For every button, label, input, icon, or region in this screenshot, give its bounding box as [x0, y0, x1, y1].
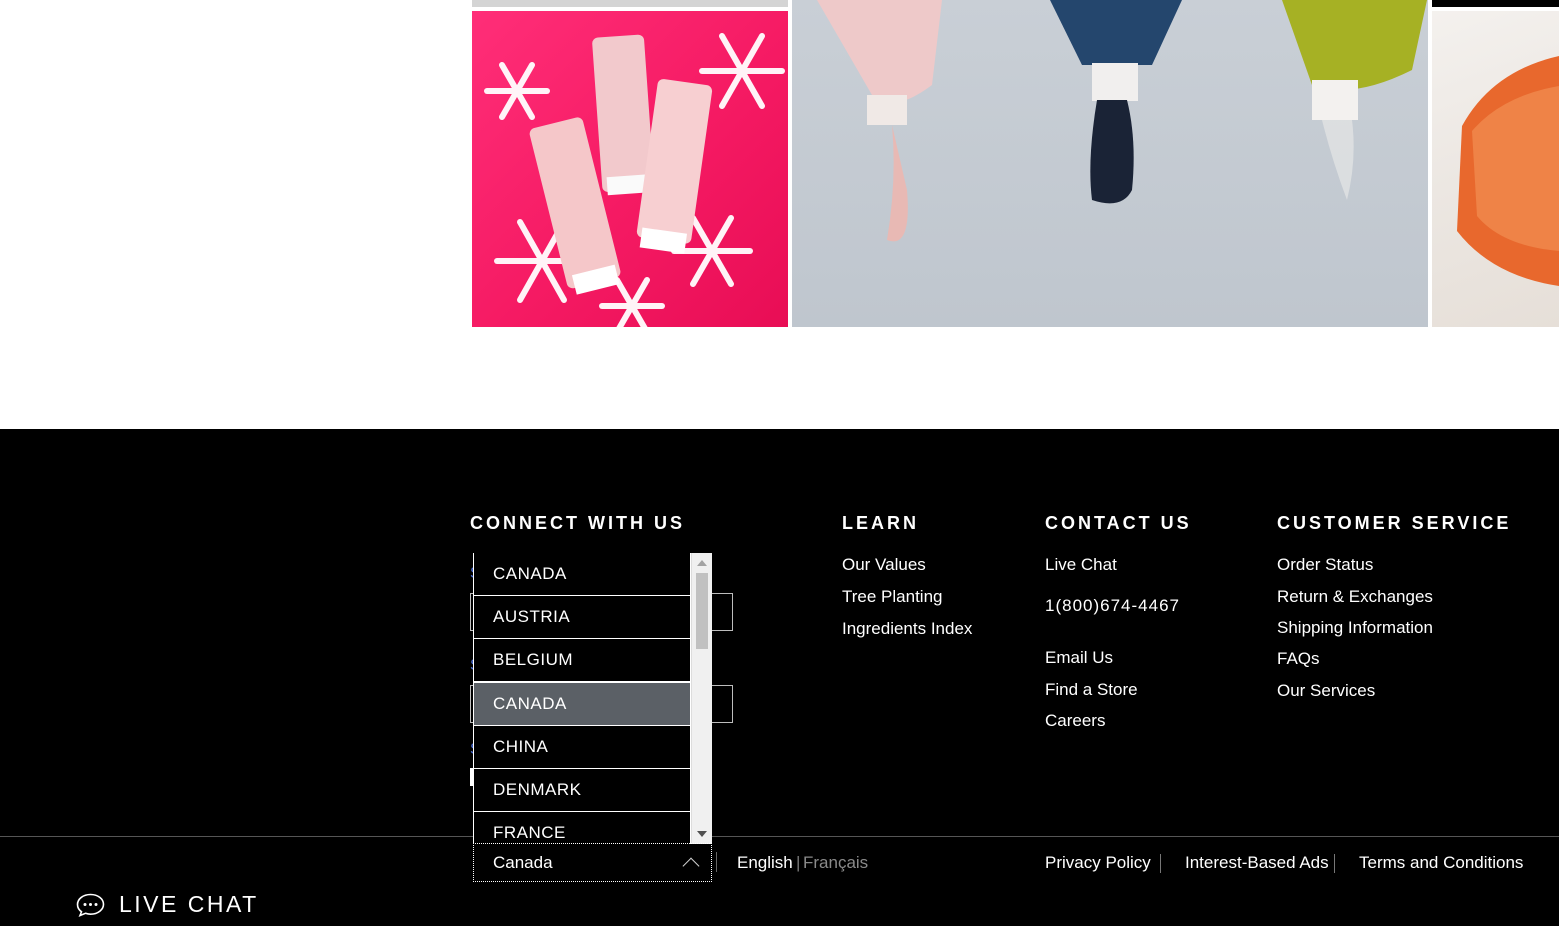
link-faqs[interactable]: FAQs [1277, 649, 1320, 669]
language-separator: | [796, 853, 801, 872]
contact-heading: CONTACT US [1045, 513, 1192, 533]
site-footer: CONNECT WITH US S S S LEARN Our Values T… [0, 429, 1559, 926]
country-select-value: Canada [493, 853, 553, 872]
product-image-pink-masks[interactable] [472, 11, 788, 327]
country-dropdown-list[interactable]: CANADA AUSTRIA BELGIUM CANADA CHINA DENM… [473, 553, 712, 844]
country-option[interactable]: DENMARK [474, 769, 690, 811]
country-option-selected[interactable]: CANADA [474, 683, 690, 725]
link-tree-planting[interactable]: Tree Planting [842, 587, 942, 607]
link-live-chat[interactable]: Live Chat [1045, 555, 1117, 575]
product-image-ginzing[interactable] [1432, 11, 1559, 327]
connect-heading: CONNECT WITH US [470, 513, 685, 533]
ginzing-jar-illustration [1457, 56, 1559, 286]
country-option[interactable]: BELGIUM [474, 639, 690, 681]
tubes-illustration [817, 0, 1427, 242]
link-privacy-policy[interactable]: Privacy Policy [1045, 853, 1151, 873]
link-interest-based-ads[interactable]: Interest-Based Ads [1185, 853, 1329, 873]
country-option[interactable]: FRANCE [474, 812, 690, 844]
link-our-values[interactable]: Our Values [842, 555, 926, 575]
link-email-us[interactable]: Email Us [1045, 648, 1113, 668]
product-image-top-edge [472, 0, 788, 7]
scroll-up-arrow-icon[interactable] [697, 560, 707, 566]
link-terms-conditions[interactable]: Terms and Conditions [1359, 853, 1523, 873]
language-english-link[interactable]: English [737, 853, 793, 873]
link-return-exchanges[interactable]: Return & Exchanges [1277, 587, 1433, 607]
language-french-link[interactable]: Français [803, 853, 868, 873]
link-phone[interactable]: 1(800)674-4467 [1045, 596, 1180, 616]
country-select[interactable]: Canada [473, 843, 712, 882]
chat-bubble-icon [76, 893, 105, 917]
country-option[interactable]: AUSTRIA [474, 596, 690, 638]
link-shipping-info[interactable]: Shipping Information [1277, 618, 1433, 638]
dropdown-scrollbar[interactable] [691, 553, 712, 844]
legal-separator [1334, 854, 1335, 873]
link-careers[interactable]: Careers [1045, 711, 1105, 731]
country-option[interactable]: CHINA [474, 726, 690, 768]
country-option[interactable]: CANADA [474, 553, 690, 595]
link-our-services[interactable]: Our Services [1277, 681, 1375, 701]
chevron-up-icon [682, 857, 700, 875]
product-image-tubes[interactable] [792, 0, 1428, 327]
masks-illustration [484, 33, 785, 327]
link-ingredients-index[interactable]: Ingredients Index [842, 619, 972, 639]
learn-heading: LEARN [842, 513, 919, 533]
live-chat-label: LIVE CHAT [119, 891, 259, 917]
customer-service-heading: CUSTOMER SERVICE [1277, 513, 1512, 533]
scroll-down-arrow-icon[interactable] [697, 831, 707, 837]
link-order-status[interactable]: Order Status [1277, 555, 1373, 575]
language-divider [716, 852, 717, 872]
scrollbar-thumb[interactable] [696, 573, 708, 649]
legal-separator [1160, 854, 1161, 873]
footer-divider [0, 836, 1559, 837]
product-image-orange-top-edge [1432, 0, 1559, 7]
link-find-store[interactable]: Find a Store [1045, 680, 1138, 700]
